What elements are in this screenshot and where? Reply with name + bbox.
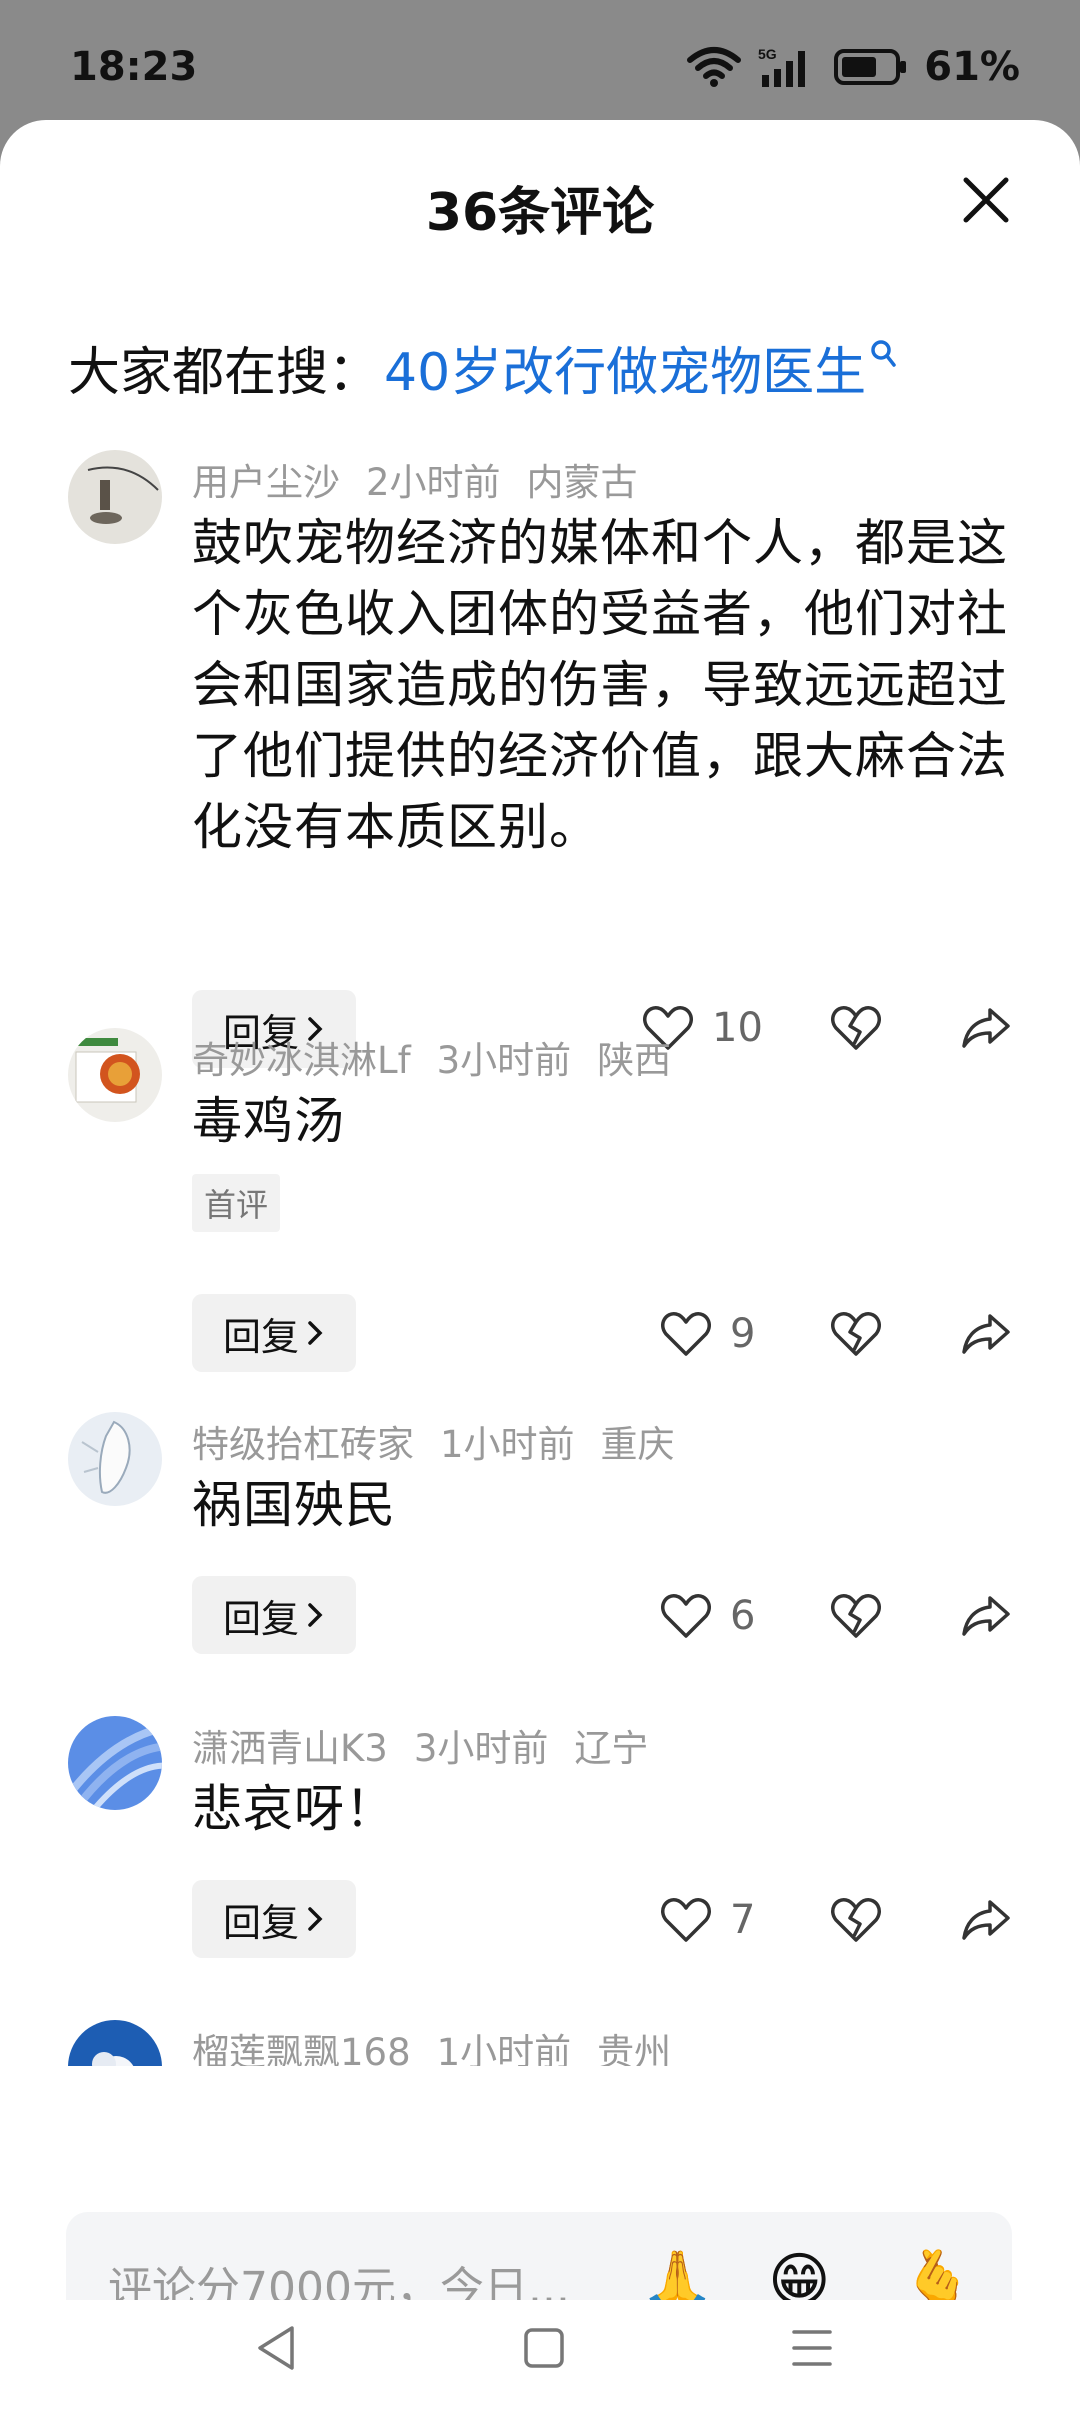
avatar[interactable] — [68, 450, 162, 544]
home-icon[interactable] — [522, 2322, 566, 2374]
broken-heart-icon[interactable] — [830, 1310, 882, 1358]
comment-meta: 用户尘沙 2小时前 内蒙古 — [192, 452, 638, 506]
like-button[interactable]: 9 — [660, 1310, 755, 1358]
network-label: 5G — [758, 46, 777, 62]
chevron-right-icon — [308, 1603, 323, 1627]
menu-icon[interactable] — [790, 2322, 834, 2374]
comment-text: 悲哀呀！ — [192, 1780, 396, 1838]
share-icon[interactable] — [960, 1592, 1012, 1640]
battery-percent: 61% — [924, 44, 1020, 90]
heart-icon — [661, 1898, 711, 1942]
status-bar: 18:23 5G 61% — [0, 0, 1080, 130]
avatar[interactable] — [68, 1028, 162, 1122]
heart-icon — [661, 1312, 711, 1356]
comment-user[interactable]: 奇妙冰淇淋Lf — [192, 1039, 411, 1082]
status-icons: 5G 61% — [686, 44, 1020, 90]
search-icon — [871, 339, 896, 367]
reply-label: 回复 — [222, 1900, 299, 1945]
share-icon[interactable] — [960, 1310, 1012, 1358]
comment-text: 毒鸡汤 — [192, 1092, 345, 1150]
broken-heart-icon[interactable] — [830, 1004, 882, 1052]
like-count: 10 — [712, 1005, 763, 1051]
back-icon[interactable] — [254, 2322, 298, 2374]
close-icon[interactable] — [958, 172, 1014, 228]
comment-location: 辽宁 — [574, 1727, 649, 1770]
comment-item: 榴莲飘飘168 1小时前 贵州 — [0, 2008, 1080, 2066]
share-icon[interactable] — [960, 1896, 1012, 1944]
comment-meta: 榴莲飘飘168 1小时前 贵州 — [192, 2022, 671, 2066]
comment-time: 1小时前 — [436, 2031, 572, 2066]
signal-icon: 5G — [758, 46, 806, 87]
avatar[interactable] — [68, 2020, 162, 2066]
comment-text: 鼓吹宠物经济的媒体和个人，都是这个灰色收入团体的受益者，他们对社会和国家造成的伤… — [192, 514, 1008, 856]
chevron-right-icon — [308, 1321, 323, 1345]
comment-meta: 奇妙冰淇淋Lf 3小时前 陕西 — [192, 1030, 671, 1084]
search-hint-label: 大家都在搜： — [68, 343, 381, 403]
first-comment-badge: 首评 — [192, 1174, 281, 1232]
share-icon[interactable] — [960, 1004, 1012, 1052]
comment-meta: 特级抬杠砖家 1小时前 重庆 — [192, 1414, 675, 1468]
search-hint-link[interactable]: 40岁改行做宠物医生 — [384, 330, 866, 405]
comment-sheet: 36条评论 大家都在搜： 40岁改行做宠物医生 用户尘沙 2小时前 内蒙古 鼓吹宠物… — [0, 120, 1080, 2412]
comment-location: 重庆 — [600, 1423, 675, 1466]
like-button[interactable]: 7 — [660, 1896, 755, 1944]
comment-time: 1小时前 — [440, 1423, 575, 1466]
comment-text: 祸国殃民 — [192, 1476, 396, 1534]
comment-time: 3小时前 — [413, 1727, 549, 1770]
heart-icon — [661, 1594, 711, 1638]
reply-label: 回复 — [222, 1314, 299, 1359]
like-count: 9 — [730, 1311, 756, 1357]
like-count: 7 — [730, 1897, 756, 1943]
battery-icon — [834, 49, 907, 85]
status-time: 18:23 — [70, 44, 198, 90]
comment-location: 陕西 — [597, 1039, 672, 1082]
comment-user[interactable]: 榴莲飘飘168 — [192, 2031, 411, 2066]
reply-button[interactable]: 回复 — [192, 1576, 356, 1654]
comment-user[interactable]: 特级抬杠砖家 — [192, 1423, 414, 1466]
avatar[interactable] — [68, 1716, 162, 1810]
comment-meta: 潇洒青山K3 3小时前 辽宁 — [192, 1718, 648, 1772]
reply-button[interactable]: 回复 — [192, 1880, 356, 1958]
broken-heart-icon[interactable] — [830, 1592, 882, 1640]
comment-time: 2小时前 — [366, 461, 501, 504]
reply-button[interactable]: 回复 — [192, 1294, 356, 1372]
comment-time: 3小时前 — [436, 1039, 572, 1082]
wifi-icon — [687, 47, 742, 87]
like-button[interactable]: 6 — [660, 1592, 755, 1640]
navigation-bar — [0, 2300, 1080, 2412]
comment-user[interactable]: 用户尘沙 — [192, 461, 340, 504]
comment-location: 内蒙古 — [526, 461, 638, 504]
avatar[interactable] — [68, 1412, 162, 1506]
comment-user[interactable]: 潇洒青山K3 — [192, 1727, 388, 1770]
sheet-title: 36条评论 — [425, 183, 655, 243]
chevron-right-icon — [308, 1907, 323, 1931]
reply-label: 回复 — [222, 1596, 299, 1641]
broken-heart-icon[interactable] — [830, 1896, 882, 1944]
search-hint: 大家都在搜： 40岁改行做宠物医生 — [68, 330, 896, 405]
comment-location: 贵州 — [597, 2031, 672, 2066]
like-count: 6 — [730, 1593, 756, 1639]
